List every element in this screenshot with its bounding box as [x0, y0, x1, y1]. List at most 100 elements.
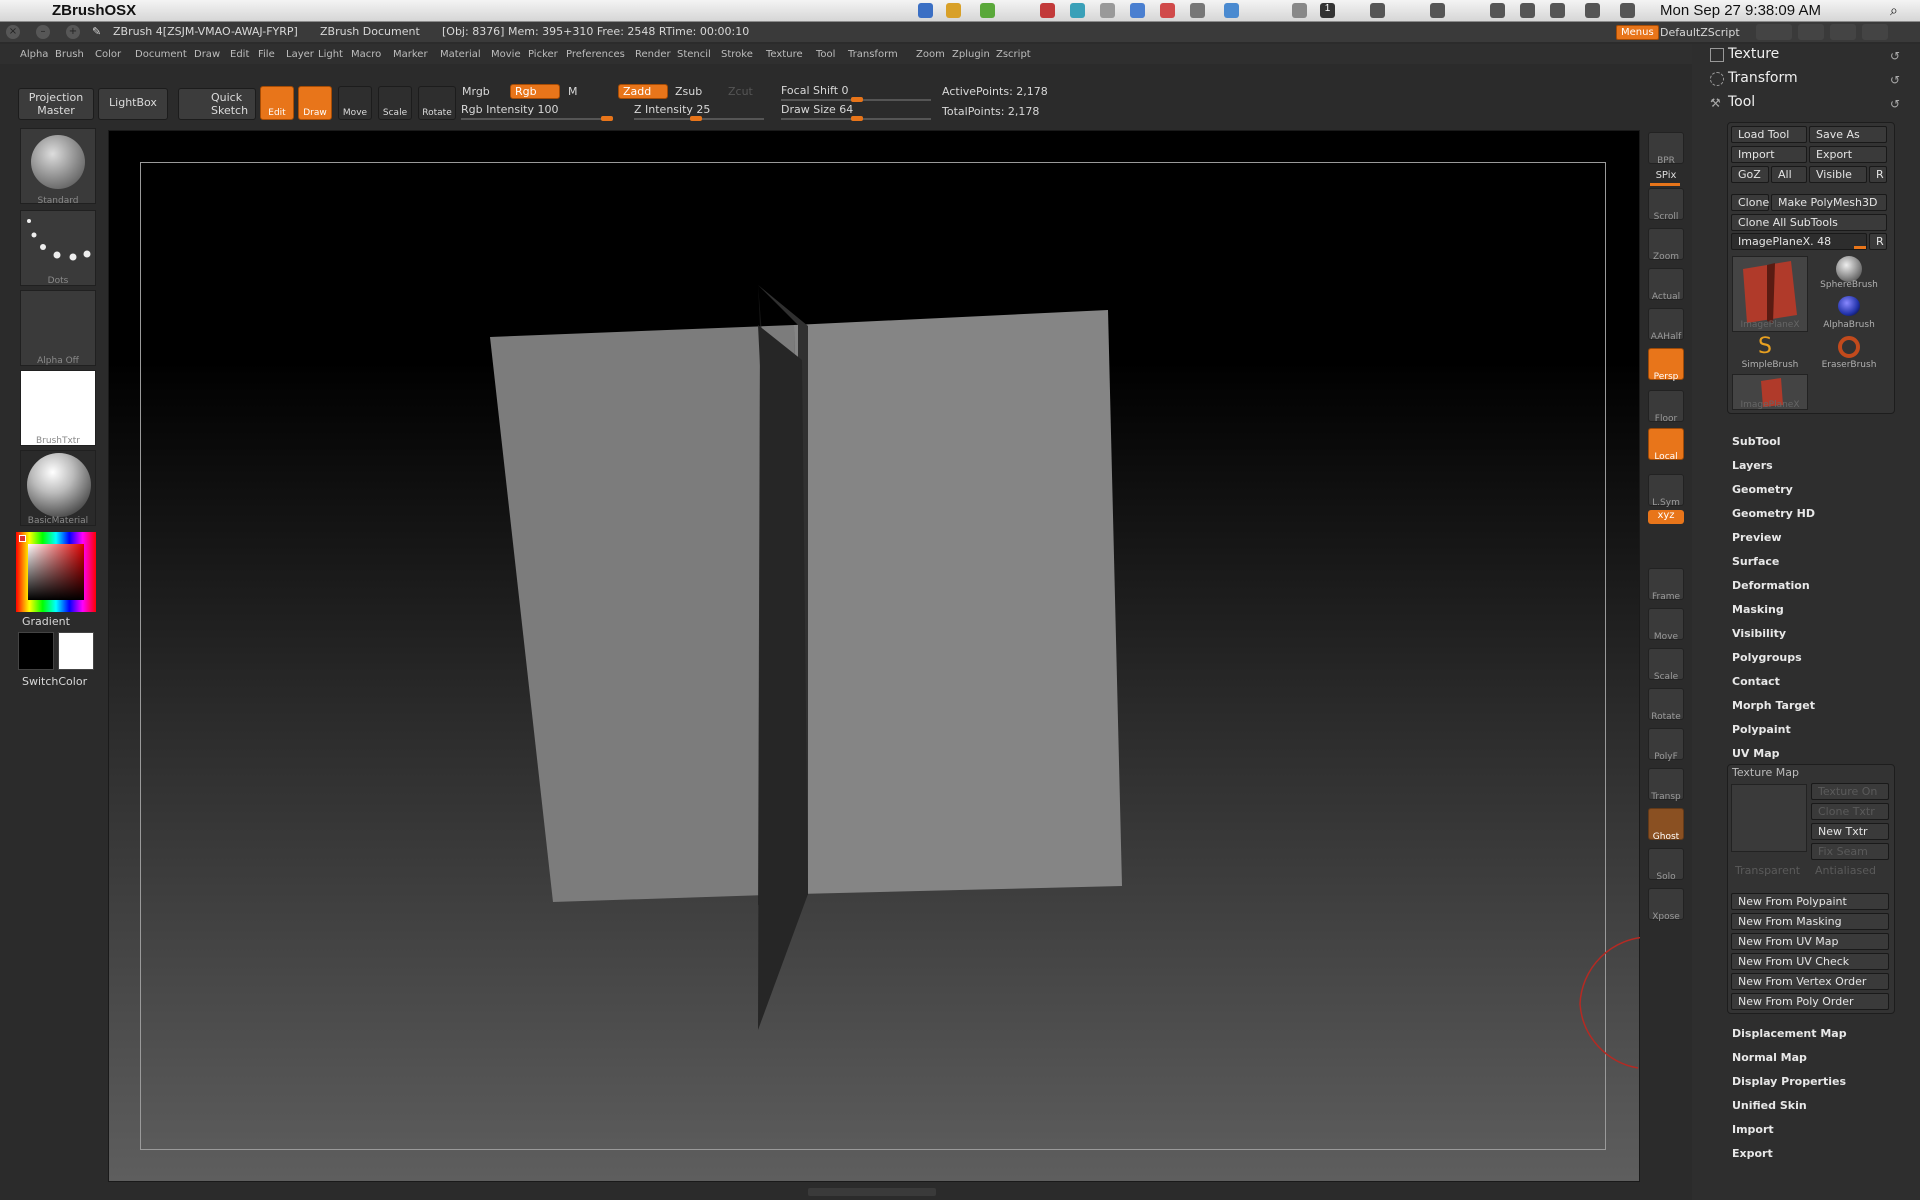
imageplane-slider[interactable]: ImagePlaneX. 48 [1731, 233, 1867, 250]
texture-new-from-poly-order-button[interactable]: New From Poly Order [1731, 993, 1889, 1010]
material-thumbnail[interactable] [20, 450, 96, 526]
brush-icon[interactable]: ✎ [92, 25, 101, 38]
tray-icon-dark2[interactable] [1430, 3, 1445, 18]
menu-stencil[interactable]: Stencil [677, 49, 711, 60]
submenu-unified-skin[interactable]: Unified Skin [1732, 1099, 1807, 1112]
transform-palette-title[interactable]: Transform [1728, 70, 1798, 86]
all-button[interactable]: All [1771, 166, 1807, 183]
menu-zplugin[interactable]: Zplugin [952, 49, 990, 60]
texture-refresh-icon[interactable]: ↺ [1890, 49, 1900, 63]
zcut-button[interactable]: Zcut [728, 85, 753, 98]
projection-master-button[interactable]: Projection Master [18, 88, 94, 120]
app-name[interactable]: ZBrushOSX [52, 2, 136, 19]
draw-size-slider[interactable] [781, 116, 931, 121]
menu-transform[interactable]: Transform [848, 49, 898, 60]
texture-section-icon[interactable] [1710, 48, 1724, 62]
menu-edit[interactable]: Edit [230, 49, 249, 60]
focal-shift-knob[interactable] [851, 97, 863, 102]
spotlight-icon[interactable]: ⌕ [1890, 2, 1898, 19]
export-button[interactable]: Export [1809, 146, 1887, 163]
color-picker[interactable] [16, 532, 96, 612]
speaker-icon[interactable] [1620, 3, 1635, 18]
volume-icon[interactable] [1100, 3, 1115, 18]
texture-new-from-vertex-order-button[interactable]: New From Vertex Order [1731, 973, 1889, 990]
maximize-icon[interactable]: + [66, 25, 80, 39]
texture-map-thumbnail[interactable] [1731, 784, 1807, 852]
window-toggle[interactable] [1798, 24, 1824, 40]
z-intensity-slider[interactable] [634, 116, 764, 121]
spix-slider[interactable] [1650, 183, 1680, 186]
menu-file[interactable]: File [258, 49, 275, 60]
tool-section-icon[interactable]: ⚒ [1710, 96, 1724, 110]
fix-seam-button[interactable]: Fix Seam [1811, 843, 1889, 860]
lightbox-button[interactable]: LightBox [98, 88, 168, 120]
clone-all-subtools-button[interactable]: Clone All SubTools [1731, 214, 1887, 231]
menu-zoom[interactable]: Zoom [916, 49, 945, 60]
dropbox-icon[interactable] [918, 3, 933, 18]
close-icon[interactable]: × [6, 25, 20, 39]
load-tool-button[interactable]: Load Tool [1731, 126, 1807, 143]
submenu-polygroups[interactable]: Polygroups [1732, 651, 1802, 664]
texture-palette-title[interactable]: Texture [1728, 46, 1779, 62]
rotate-button[interactable]: Rotate [418, 86, 456, 120]
rgb-button[interactable]: Rgb [510, 84, 560, 99]
goz-button[interactable]: GoZ [1731, 166, 1769, 183]
menu-alpha[interactable]: Alpha [20, 49, 48, 60]
quick-sketch-button[interactable]: Quick Sketch [178, 88, 256, 120]
submenu-polypaint[interactable]: Polypaint [1732, 723, 1791, 736]
menu-movie[interactable]: Movie [491, 49, 521, 60]
tray-icon-dark[interactable] [1370, 3, 1385, 18]
submenu-normal-map[interactable]: Normal Map [1732, 1051, 1807, 1064]
submenu-displacement-map[interactable]: Displacement Map [1732, 1027, 1847, 1040]
focal-shift-slider[interactable] [781, 97, 931, 102]
texture-new-from-uv-check-button[interactable]: New From UV Check [1731, 953, 1889, 970]
edit-button[interactable]: Edit [260, 86, 294, 120]
m-button[interactable]: M [568, 85, 578, 98]
layout-toggle-3[interactable] [1862, 24, 1888, 40]
menu-color[interactable]: Color [95, 49, 121, 60]
tray-icon-grey[interactable] [1190, 3, 1205, 18]
draw-size-knob[interactable] [851, 116, 863, 121]
tray-icon-red[interactable] [1040, 3, 1055, 18]
tray-icon-red2[interactable] [1160, 3, 1175, 18]
clock[interactable]: Mon Sep 27 9:38:09 AM [1660, 2, 1821, 19]
rshelf-spix[interactable]: SPix [1643, 170, 1689, 181]
tool-palette-title[interactable]: Tool [1728, 94, 1755, 110]
color-square[interactable] [28, 544, 84, 600]
menu-material[interactable]: Material [440, 49, 481, 60]
submenu-visibility[interactable]: Visibility [1732, 627, 1786, 640]
transform-section-icon[interactable] [1710, 72, 1724, 86]
submenu-import[interactable]: Import [1732, 1123, 1774, 1136]
rgb-intensity-slider[interactable] [461, 116, 613, 121]
transparent-toggle[interactable]: Transparent [1735, 864, 1800, 877]
default-zscript[interactable]: DefaultZScript [1660, 26, 1740, 39]
submenu-uv-map[interactable]: UV Map [1732, 747, 1780, 760]
menu-document[interactable]: Document [135, 49, 187, 60]
menu-picker[interactable]: Picker [528, 49, 558, 60]
imageplane-knob[interactable] [1854, 246, 1866, 249]
menu-marker[interactable]: Marker [393, 49, 428, 60]
submenu-contact[interactable]: Contact [1732, 675, 1780, 688]
texture-new-from-uv-map-button[interactable]: New From UV Map [1731, 933, 1889, 950]
menus-toggle[interactable]: Menus [1616, 25, 1659, 40]
visible-button[interactable]: Visible [1809, 166, 1867, 183]
brush-thumbnail[interactable] [20, 128, 96, 204]
texture-map-title[interactable]: Texture Map [1732, 766, 1799, 779]
clone-txtr-button[interactable]: Clone Txtr [1811, 803, 1889, 820]
clone-button[interactable]: Clone [1731, 194, 1769, 211]
draw-button[interactable]: Draw [298, 86, 332, 120]
submenu-preview[interactable]: Preview [1732, 531, 1782, 544]
timemachine-icon[interactable] [1490, 3, 1505, 18]
zsub-button[interactable]: Zsub [675, 85, 702, 98]
menu-render[interactable]: Render [635, 49, 671, 60]
tray-icon-grey2[interactable] [1292, 3, 1307, 18]
import-button[interactable]: Import [1731, 146, 1807, 163]
r-button[interactable]: R [1869, 166, 1887, 183]
scale-button[interactable]: Scale [378, 86, 412, 120]
menu-draw[interactable]: Draw [194, 49, 220, 60]
texture-new-from-masking-button[interactable]: New From Masking [1731, 913, 1889, 930]
secondary-color-swatch[interactable] [58, 632, 94, 670]
submenu-morph-target[interactable]: Morph Target [1732, 699, 1815, 712]
z-intensity-knob[interactable] [690, 116, 702, 121]
menu-stroke[interactable]: Stroke [721, 49, 753, 60]
